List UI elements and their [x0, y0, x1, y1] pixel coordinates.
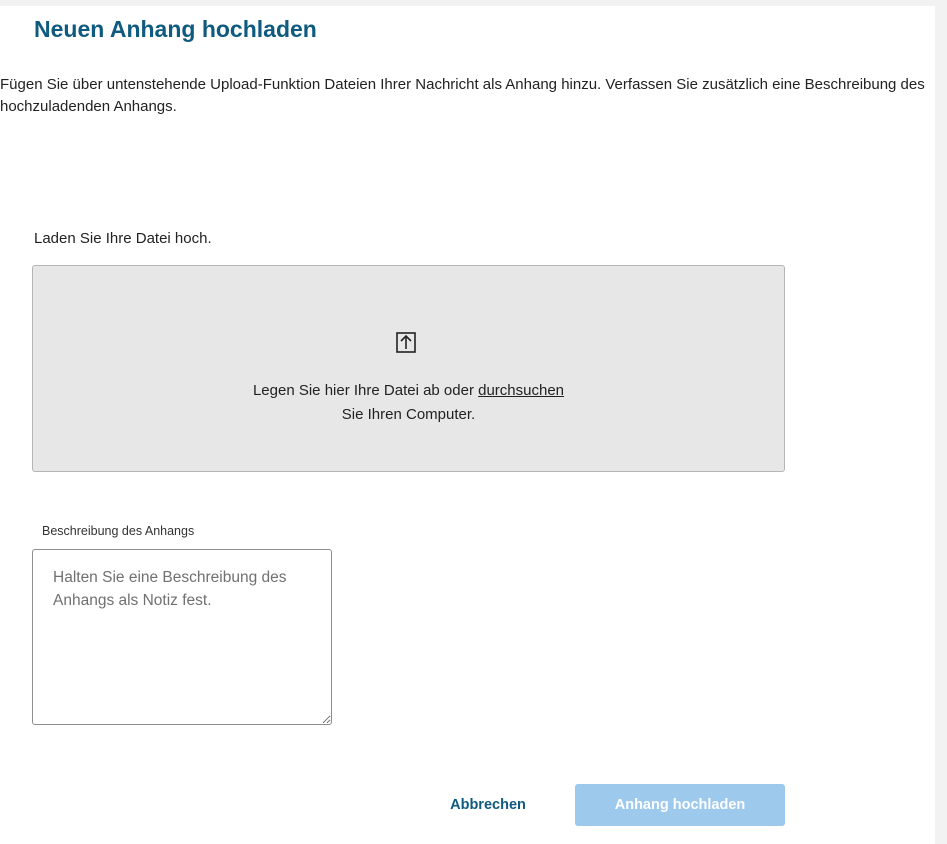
dropzone-instruction: Legen Sie hier Ihre Datei ab oder — [252, 382, 479, 399]
description-label: Beschreibung des Anhangs — [42, 524, 195, 538]
dropzone-text: Legen Sie hier Ihre Datei ab oder durchs… — [33, 379, 784, 427]
dropzone-instruction-end: Sie Ihren Computer. — [341, 406, 476, 423]
intro-text: Fügen Sie über untenstehende Upload-Funk… — [0, 76, 925, 115]
upload-attachment-dialog: Neuen Anhang hochladen Fügen Sie über un… — [0, 6, 935, 844]
file-dropzone[interactable]: Legen Sie hier Ihre Datei ab oder durchs… — [32, 265, 785, 472]
description-textarea[interactable] — [32, 549, 332, 725]
upload-label: Laden Sie Ihre Datei hoch. — [34, 230, 212, 247]
upload-attachment-button[interactable]: Anhang hochladen — [575, 784, 785, 826]
cancel-button[interactable]: Abbrechen — [432, 784, 544, 826]
upload-arrow-icon — [396, 332, 416, 353]
browse-link[interactable]: durchsuchen — [478, 382, 564, 399]
dialog-title: Neuen Anhang hochladen — [34, 16, 317, 42]
